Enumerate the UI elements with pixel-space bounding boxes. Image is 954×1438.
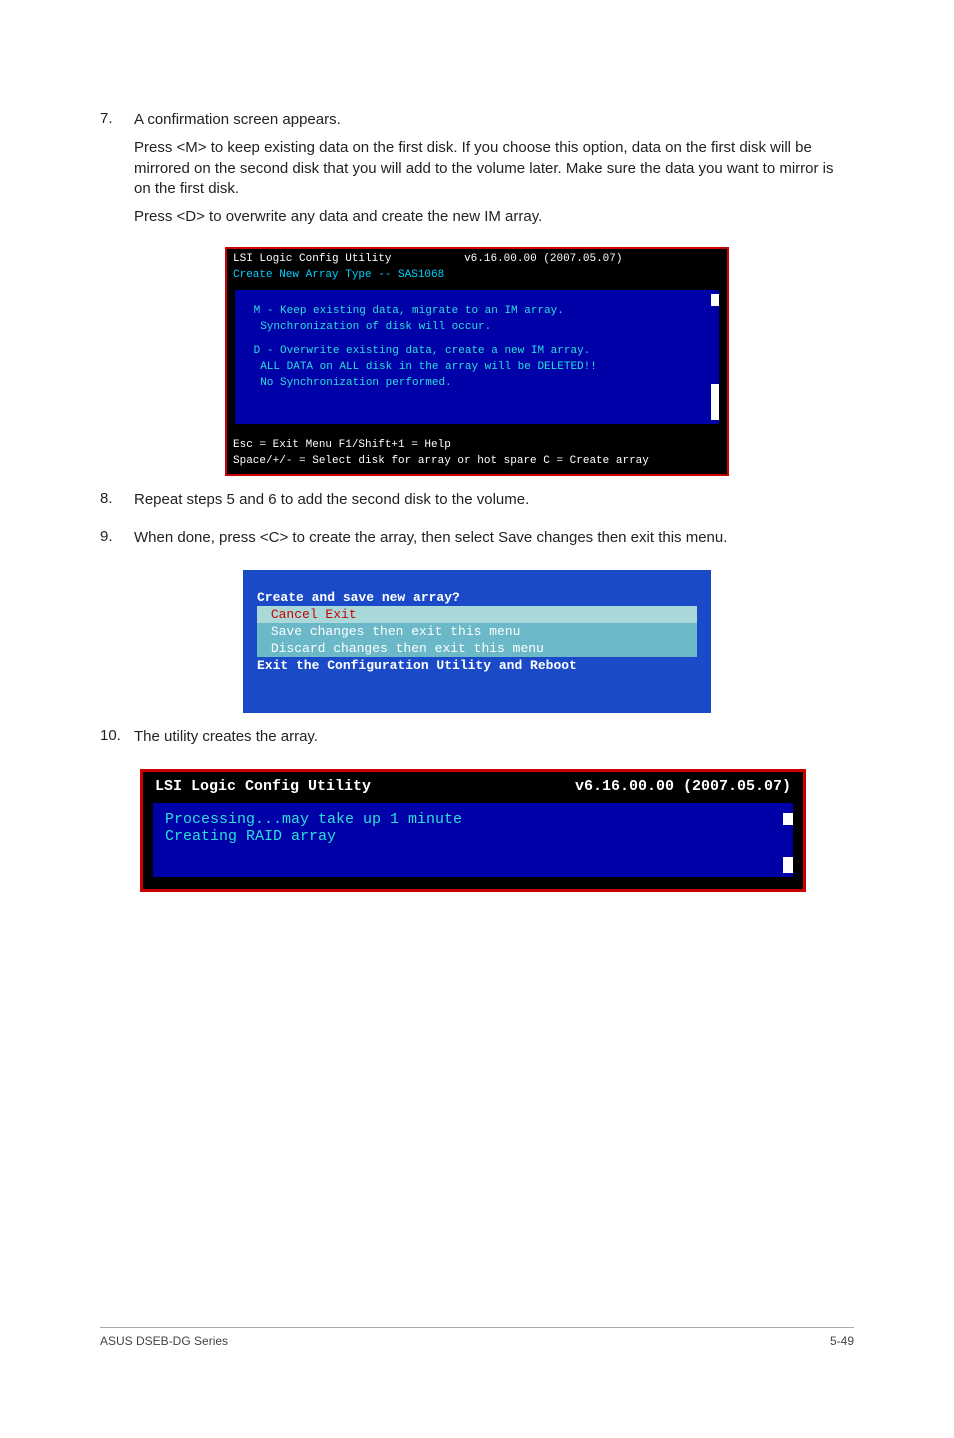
menu-item-discard: Discard changes then exit this menu — [257, 640, 697, 657]
footer-page-number: 5-49 — [830, 1334, 854, 1348]
step-number: 7. — [100, 110, 134, 235]
terminal-title: LSI Logic Config Utility v6.16.00.00 (20… — [227, 249, 727, 268]
step-number: 8. — [100, 490, 134, 518]
option-text: ALL DATA on ALL disk in the array will b… — [254, 361, 597, 373]
terminal-screenshot-1: LSI Logic Config Utility v6.16.00.00 (20… — [225, 247, 729, 475]
terminal-title: LSI Logic Config Utility v6.16.00.00 (20… — [143, 772, 803, 801]
terminal-body: Processing...may take up 1 minute Creati… — [153, 803, 793, 877]
processing-line: Processing...may take up 1 minute — [165, 811, 781, 828]
option-d: D - Overwrite existing data, create a ne… — [247, 344, 707, 392]
menu-list: Cancel Exit Save changes then exit this … — [257, 606, 697, 657]
option-m: M - Keep existing data, migrate to an IM… — [247, 304, 707, 336]
menu-item-label: Cancel Exit — [271, 607, 357, 622]
step-body: The utility creates the array. — [134, 727, 854, 755]
step-number: 10. — [100, 727, 134, 755]
menu-exit: Exit the Configuration Utility and Reboo… — [257, 658, 697, 673]
terminal-footer-line: Space/+/- = Select disk for array or hot… — [233, 455, 649, 467]
menu-title: Create and save new array? — [257, 590, 697, 605]
terminal-version: v6.16.00.00 (2007.05.07) — [575, 778, 791, 795]
option-text: Synchronization of disk will occur. — [254, 321, 492, 333]
terminal-screenshot-2: LSI Logic Config Utility v6.16.00.00 (20… — [140, 769, 806, 892]
terminal-footer: Esc = Exit Menu F1/Shift+1 = Help Space/… — [227, 434, 727, 474]
option-text: - Overwrite existing data, create a new … — [260, 345, 590, 357]
step-title: A confirmation screen appears. — [134, 110, 854, 130]
option-text: No Synchronization performed. — [254, 377, 452, 389]
option-text: - Keep existing data, migrate to an IM a… — [260, 305, 564, 317]
step-paragraph: Press <M> to keep existing data on the f… — [134, 138, 854, 199]
step-body: When done, press <C> to create the array… — [134, 528, 854, 556]
scrollbar-indicator — [783, 857, 793, 873]
terminal-subtitle: Create New Array Type -- SAS1068 — [227, 268, 727, 290]
terminal-body: M - Keep existing data, migrate to an IM… — [235, 290, 719, 424]
step-paragraph: Press <D> to overwrite any data and crea… — [134, 207, 854, 227]
menu-item-cancel: Cancel Exit — [257, 606, 697, 623]
scrollbar-indicator — [711, 294, 719, 306]
step-number: 9. — [100, 528, 134, 556]
step-text: When done, press <C> to create the array… — [134, 528, 854, 548]
step-body: Repeat steps 5 and 6 to add the second d… — [134, 490, 854, 518]
menu-screenshot: Create and save new array? Cancel Exit S… — [243, 570, 711, 713]
terminal-footer-line: Esc = Exit Menu F1/Shift+1 = Help — [233, 439, 451, 451]
page-footer: ASUS DSEB-DG Series 5-49 — [100, 1327, 854, 1348]
footer-left: ASUS DSEB-DG Series — [100, 1334, 228, 1348]
terminal-title-left: LSI Logic Config Utility — [155, 778, 371, 795]
step-text: The utility creates the array. — [134, 727, 854, 747]
step-body: A confirmation screen appears. Press <M>… — [134, 110, 854, 235]
menu-item-label: Discard changes then exit this menu — [271, 641, 544, 656]
step-text: Repeat steps 5 and 6 to add the second d… — [134, 490, 854, 510]
terminal-version: v6.16.00.00 (2007.05.07) — [464, 253, 622, 265]
menu-item-save: Save changes then exit this menu — [257, 623, 697, 640]
terminal-title-left: LSI Logic Config Utility — [233, 253, 391, 265]
menu-item-label: Save changes then exit this menu — [271, 624, 521, 639]
scrollbar-indicator — [711, 384, 719, 420]
scrollbar-indicator — [783, 813, 793, 825]
processing-line: Creating RAID array — [165, 828, 781, 845]
